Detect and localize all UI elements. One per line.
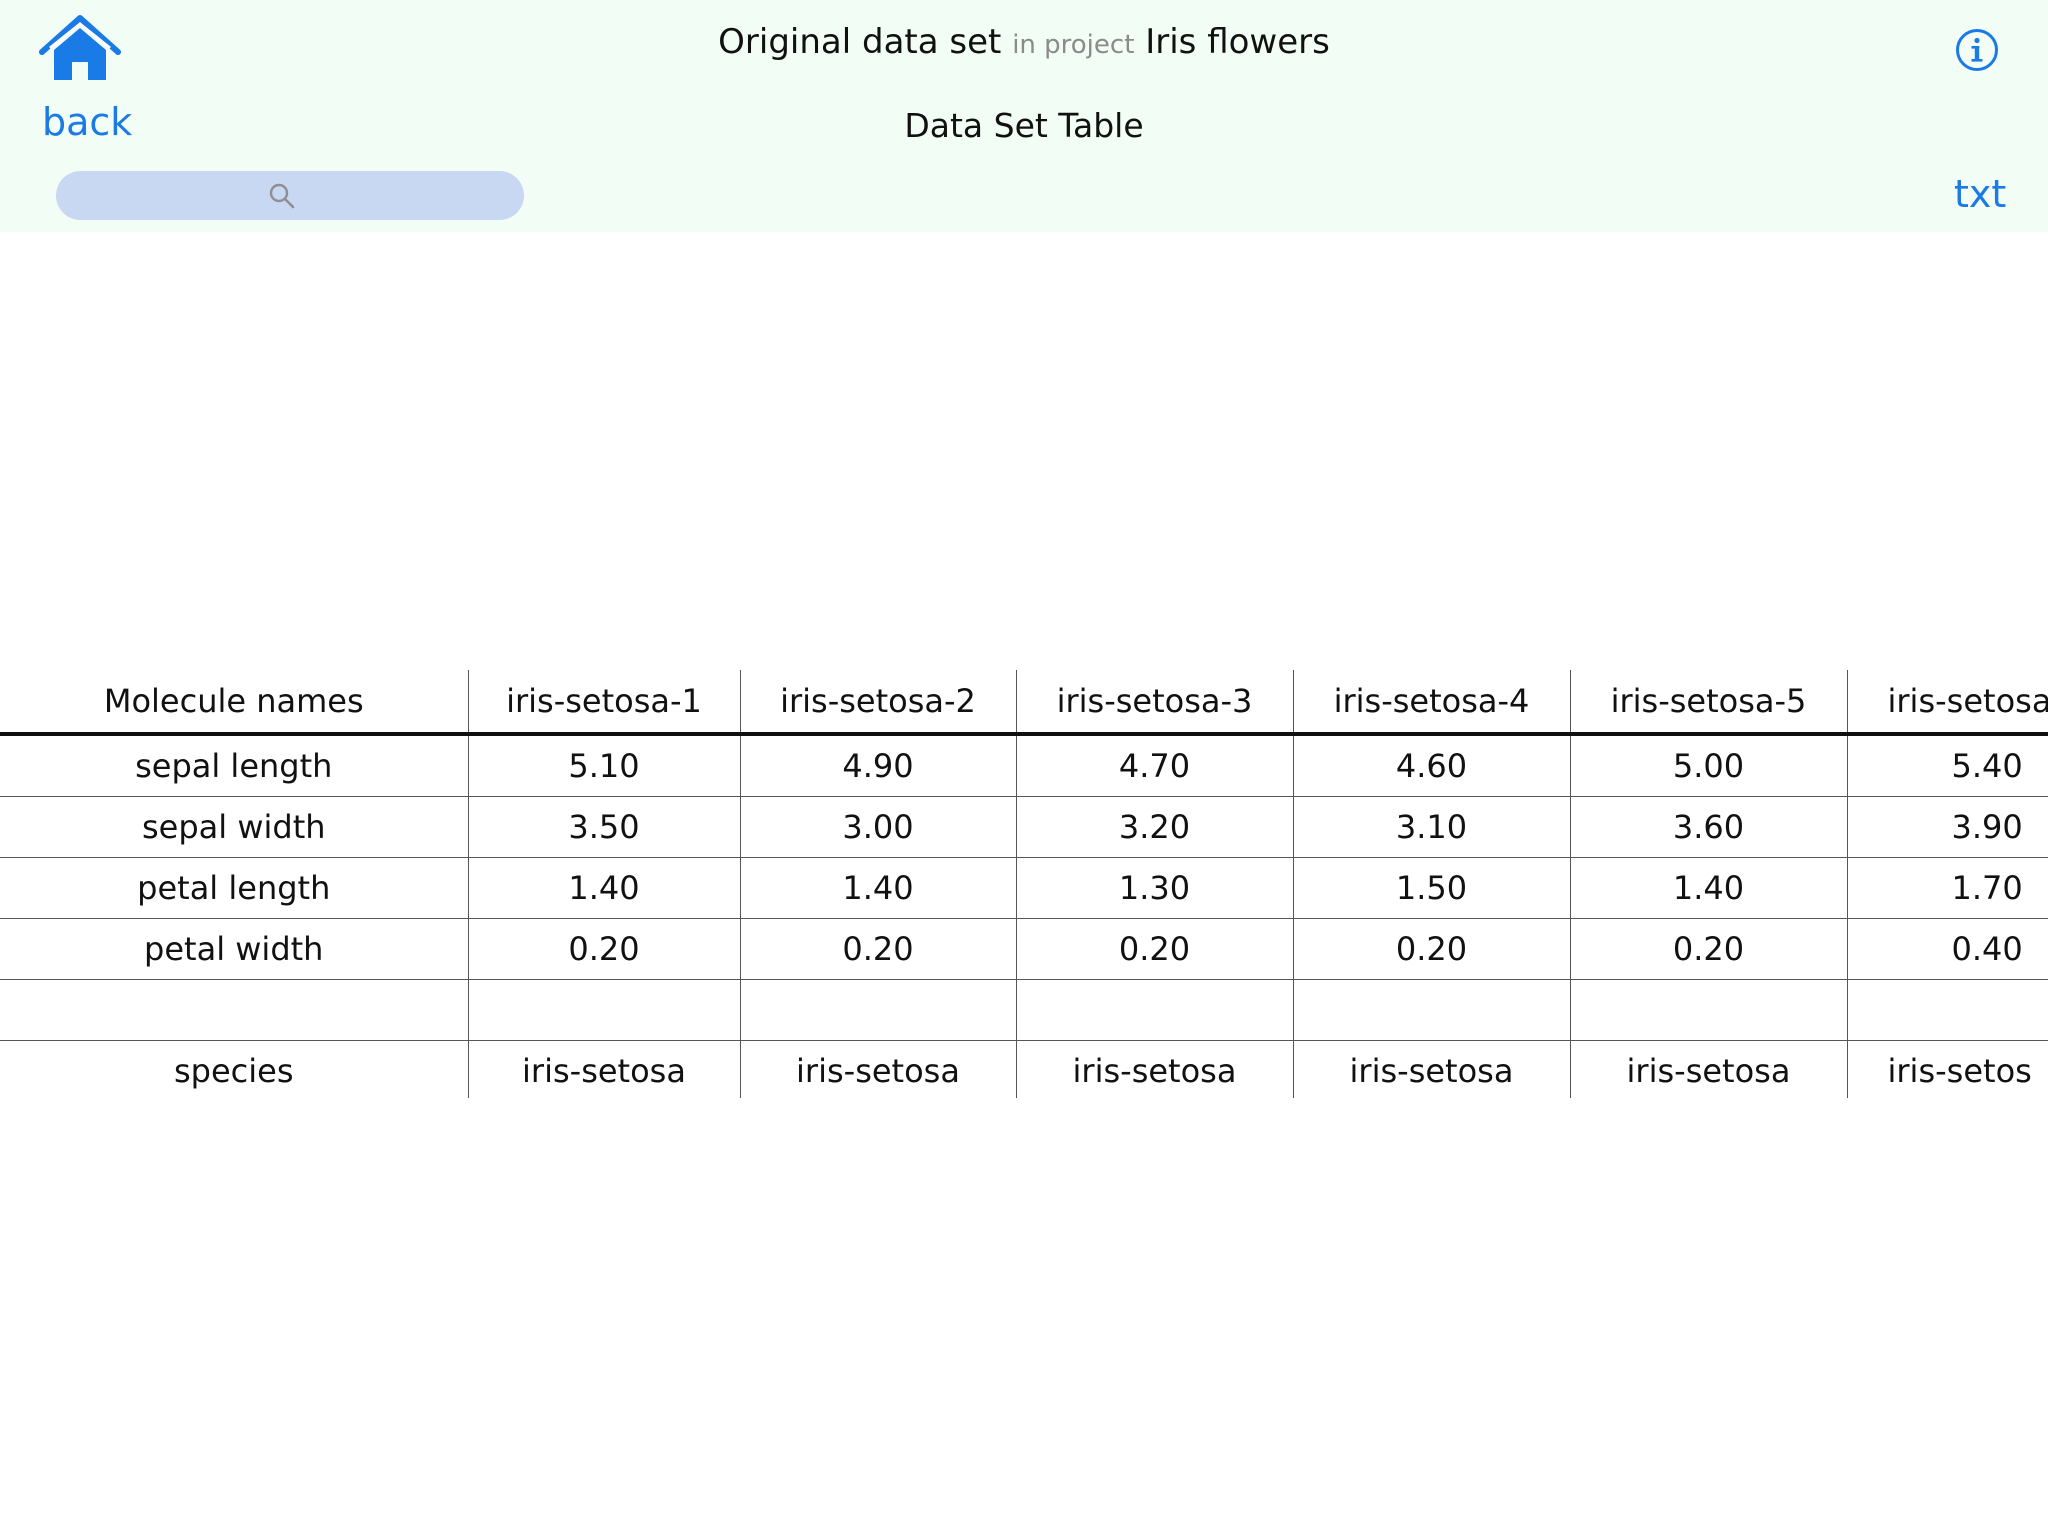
row-label: petal length	[0, 857, 468, 919]
column-header: Molecule names	[0, 670, 468, 736]
table-cell: 5.10	[467, 734, 740, 797]
table-cell	[1846, 979, 2048, 1041]
txt-export-button[interactable]: txt	[1954, 172, 2006, 216]
table-cell: 3.00	[739, 796, 1016, 858]
column-header: iris-setosa	[1846, 670, 2048, 736]
table-cell: 1.40	[1569, 857, 1847, 919]
info-button[interactable]	[1955, 28, 1999, 72]
table-cell: 0.40	[1846, 918, 2048, 980]
row-label: sepal length	[0, 734, 468, 797]
row-label: sepal width	[0, 796, 468, 858]
table-cell: iris-setosa	[467, 1040, 740, 1098]
table-cell: 0.20	[739, 918, 1016, 980]
table-cell: 3.60	[1569, 796, 1847, 858]
table-cell: iris-setos	[1846, 1040, 2048, 1098]
table-row: species iris-setosa iris-setosa iris-set…	[0, 1040, 2048, 1098]
column-header: iris-setosa-4	[1292, 670, 1570, 736]
table-cell: 1.30	[1015, 857, 1293, 919]
header-bar: back Original data set in project Iris f…	[0, 0, 2048, 232]
table-cell: 4.70	[1015, 734, 1293, 797]
table-cell	[739, 979, 1016, 1041]
table-cell: iris-setosa	[1015, 1040, 1293, 1098]
table-cell: 1.70	[1846, 857, 2048, 919]
table-cell	[1569, 979, 1847, 1041]
table-row-empty	[0, 979, 2048, 1041]
table-cell	[1015, 979, 1293, 1041]
table-cell: iris-setosa	[739, 1040, 1016, 1098]
table-row: petal width 0.20 0.20 0.20 0.20 0.20 0.4…	[0, 918, 2048, 980]
search-bar[interactable]	[56, 171, 524, 220]
table-cell: 0.20	[1569, 918, 1847, 980]
table-cell: iris-setosa	[1569, 1040, 1847, 1098]
data-table: Molecule names iris-setosa-1 iris-setosa…	[0, 670, 2048, 1098]
table-cell: 3.90	[1846, 796, 2048, 858]
row-label: petal width	[0, 918, 468, 980]
table-cell: 1.40	[467, 857, 740, 919]
title-connector: in project	[1012, 30, 1135, 60]
column-header: iris-setosa-3	[1015, 670, 1293, 736]
table-row: sepal width 3.50 3.00 3.20 3.10 3.60 3.9…	[0, 796, 2048, 858]
column-header: iris-setosa-5	[1569, 670, 1847, 736]
table-cell: 1.50	[1292, 857, 1570, 919]
column-header: iris-setosa-1	[467, 670, 740, 736]
table-cell: 4.90	[739, 734, 1016, 797]
data-table-container[interactable]: Molecule names iris-setosa-1 iris-setosa…	[0, 670, 2048, 1098]
table-row: sepal length 5.10 4.90 4.70 4.60 5.00 5.…	[0, 734, 2048, 797]
table-cell: 5.00	[1569, 734, 1847, 797]
search-input[interactable]	[56, 171, 524, 220]
table-cell: 3.20	[1015, 796, 1293, 858]
table-header-row: Molecule names iris-setosa-1 iris-setosa…	[0, 670, 2048, 736]
table-cell	[467, 979, 740, 1041]
table-cell	[1292, 979, 1570, 1041]
table-cell: iris-setosa	[1292, 1040, 1570, 1098]
table-cell: 5.40	[1846, 734, 2048, 797]
column-header: iris-setosa-2	[739, 670, 1016, 736]
table-cell: 0.20	[467, 918, 740, 980]
row-label	[0, 979, 468, 1041]
dataset-title: Original data set	[718, 22, 1002, 62]
table-cell: 3.50	[467, 796, 740, 858]
table-cell: 0.20	[1015, 918, 1293, 980]
table-cell: 0.20	[1292, 918, 1570, 980]
table-cell: 3.10	[1292, 796, 1570, 858]
table-cell: 4.60	[1292, 734, 1570, 797]
info-icon	[1956, 29, 1998, 71]
page-subtitle: Data Set Table	[904, 106, 1144, 145]
page-title: Original data set in project Iris flower…	[0, 22, 2048, 62]
data-set-table-screen: back Original data set in project Iris f…	[0, 0, 2048, 1536]
row-label: species	[173, 1052, 294, 1090]
project-name: Iris flowers	[1145, 22, 1330, 62]
table-cell: 1.40	[739, 857, 1016, 919]
table-row: petal length 1.40 1.40 1.30 1.50 1.40 1.…	[0, 857, 2048, 919]
